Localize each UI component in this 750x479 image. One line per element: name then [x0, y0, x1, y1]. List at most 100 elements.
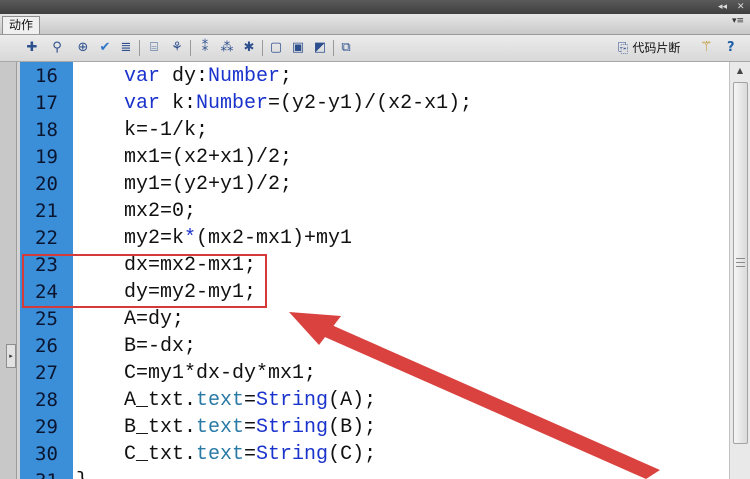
close-panel-icon[interactable]: ✕: [737, 1, 745, 13]
code-token: (B);: [328, 416, 377, 439]
code-line[interactable]: 30 C_txt.text=String(C);: [20, 441, 729, 468]
tab-actions[interactable]: 动作: [2, 16, 41, 34]
code-line[interactable]: 21 mx2=0;: [20, 198, 729, 225]
code-snippets-icon: ⎘: [618, 41, 629, 56]
code-token: =: [244, 389, 257, 412]
thumb-grip: [736, 258, 745, 259]
code-line[interactable]: 25 A=dy;: [20, 306, 729, 333]
add-script-icon[interactable]: ✚: [23, 39, 41, 57]
help-icon[interactable]: ?: [727, 39, 743, 57]
annotation-box: [22, 254, 267, 308]
code-line[interactable]: 19 mx1=(x2+x1)/2;: [20, 144, 729, 171]
code-token: =: [244, 416, 257, 439]
code-token: =: [244, 443, 257, 466]
vertical-scrollbar[interactable]: ▲: [729, 62, 750, 479]
panel-tab-row: 动作 ▾≡: [0, 14, 750, 35]
code-token: String: [256, 389, 329, 412]
line-number: 27: [35, 362, 58, 384]
code-token: text: [196, 416, 245, 439]
code-token: Number: [208, 65, 281, 88]
code-token: k=-1/k;: [124, 119, 209, 142]
code-token: String: [256, 443, 329, 466]
debug-options-icon[interactable]: ⚘: [168, 39, 186, 57]
code-line[interactable]: 18 k=-1/k;: [20, 117, 729, 144]
apply-line-comment-icon[interactable]: ▣: [289, 39, 307, 57]
line-number: 22: [35, 227, 58, 249]
expand-all-icon[interactable]: ✱: [240, 39, 258, 57]
code-line[interactable]: 17 var k:Number=(y2-y1)/(x2-x1);: [20, 90, 729, 117]
code-token: mx1=(x2+x1)/2;: [124, 146, 293, 169]
code-token: mx2=0;: [124, 200, 197, 223]
code-text: var dy:Number;: [124, 63, 292, 90]
auto-format-icon[interactable]: ≣: [117, 39, 135, 57]
code-token: Number: [196, 92, 269, 115]
remove-comment-icon[interactable]: ◩: [311, 39, 329, 57]
expand-toolbox-handle[interactable]: ▸: [6, 344, 16, 368]
code-token: B_txt.: [124, 416, 197, 439]
toolbox-divider: ▸: [0, 62, 17, 479]
panel-title-bar: ◂◂ ✕: [0, 0, 750, 14]
scrollbar-thumb[interactable]: [733, 82, 748, 444]
scroll-up-icon[interactable]: ▲: [734, 66, 746, 78]
code-token: text: [196, 389, 245, 412]
code-token: k:: [160, 92, 197, 115]
code-text: k=-1/k;: [124, 117, 208, 144]
line-number: 17: [35, 92, 58, 114]
code-token: my2=k: [124, 227, 185, 250]
find-icon[interactable]: ⚲: [48, 39, 66, 57]
actions-toolbar: ✚ ⚲ ⊕ ✔ ≣ ⌸ ⚘ ⁑ ⁂ ✱ ▢ ▣ ◩ ⧉ ⎘ 代码片断 ⚚ ?: [0, 35, 750, 62]
line-number: 21: [35, 200, 58, 222]
line-number: 19: [35, 146, 58, 168]
code-token: A=dy;: [124, 308, 185, 331]
code-token: A_txt.: [124, 389, 197, 412]
code-text: mx1=(x2+x1)/2;: [124, 144, 292, 171]
line-number: 20: [35, 173, 58, 195]
code-line[interactable]: 29 B_txt.text=String(B);: [20, 414, 729, 441]
line-number: 18: [35, 119, 58, 141]
code-text: }: [76, 468, 88, 479]
code-text: my2=k*(mx2-mx1)+my1: [124, 225, 352, 252]
code-line[interactable]: 26 B=-dx;: [20, 333, 729, 360]
code-token: *: [184, 227, 197, 250]
code-text: var k:Number=(y2-y1)/(x2-x1);: [124, 90, 472, 117]
check-syntax-icon[interactable]: ✔: [96, 39, 114, 57]
toolbar-separator: [139, 40, 140, 56]
line-number: 29: [35, 416, 58, 438]
code-line[interactable]: 28 A_txt.text=String(A);: [20, 387, 729, 414]
magic-wand-icon[interactable]: ⚚: [700, 38, 713, 56]
thumb-grip: [736, 266, 745, 267]
code-token: var: [124, 65, 161, 88]
code-token: String: [256, 416, 329, 439]
code-token: C=my1*dx-dy*mx1;: [124, 362, 317, 385]
apply-block-comment-icon[interactable]: ▢: [267, 39, 285, 57]
panel-menu-icon[interactable]: ▾≡: [732, 16, 744, 26]
code-snippets-button[interactable]: ⎘ 代码片断: [618, 39, 680, 57]
code-text: A=dy;: [124, 306, 184, 333]
code-token: }: [76, 470, 88, 479]
code-token: dy:: [160, 65, 209, 88]
target-icon[interactable]: ⊕: [74, 39, 92, 57]
show-hide-toolbox-icon[interactable]: ⧉: [337, 39, 355, 57]
line-number: 26: [35, 335, 58, 357]
code-line[interactable]: 22 my2=k*(mx2-mx1)+my1: [20, 225, 729, 252]
code-line[interactable]: 31}: [20, 468, 729, 479]
collapse-between-braces-icon[interactable]: ⁑: [196, 39, 214, 57]
code-text: B=-dx;: [124, 333, 196, 360]
code-token: var: [124, 92, 161, 115]
code-line[interactable]: 27 C=my1*dx-dy*mx1;: [20, 360, 729, 387]
code-token: B=-dx;: [124, 335, 197, 358]
code-text: C=my1*dx-dy*mx1;: [124, 360, 316, 387]
code-token: (C);: [328, 443, 377, 466]
collapse-selection-icon[interactable]: ⁂: [218, 39, 236, 57]
code-token: (A);: [328, 389, 377, 412]
code-line[interactable]: 20 my1=(y2+y1)/2;: [20, 171, 729, 198]
line-number: 25: [35, 308, 58, 330]
collapse-panel-icon[interactable]: ◂◂: [718, 1, 727, 13]
code-hint-icon[interactable]: ⌸: [145, 39, 163, 57]
code-line[interactable]: 16 var dy:Number;: [20, 63, 729, 90]
code-text: B_txt.text=String(B);: [124, 414, 376, 441]
line-number: 28: [35, 389, 58, 411]
code-token: (mx2-mx1)+my1: [196, 227, 353, 250]
code-snippets-label: 代码片断: [632, 41, 681, 55]
toolbar-separator: [333, 40, 334, 56]
